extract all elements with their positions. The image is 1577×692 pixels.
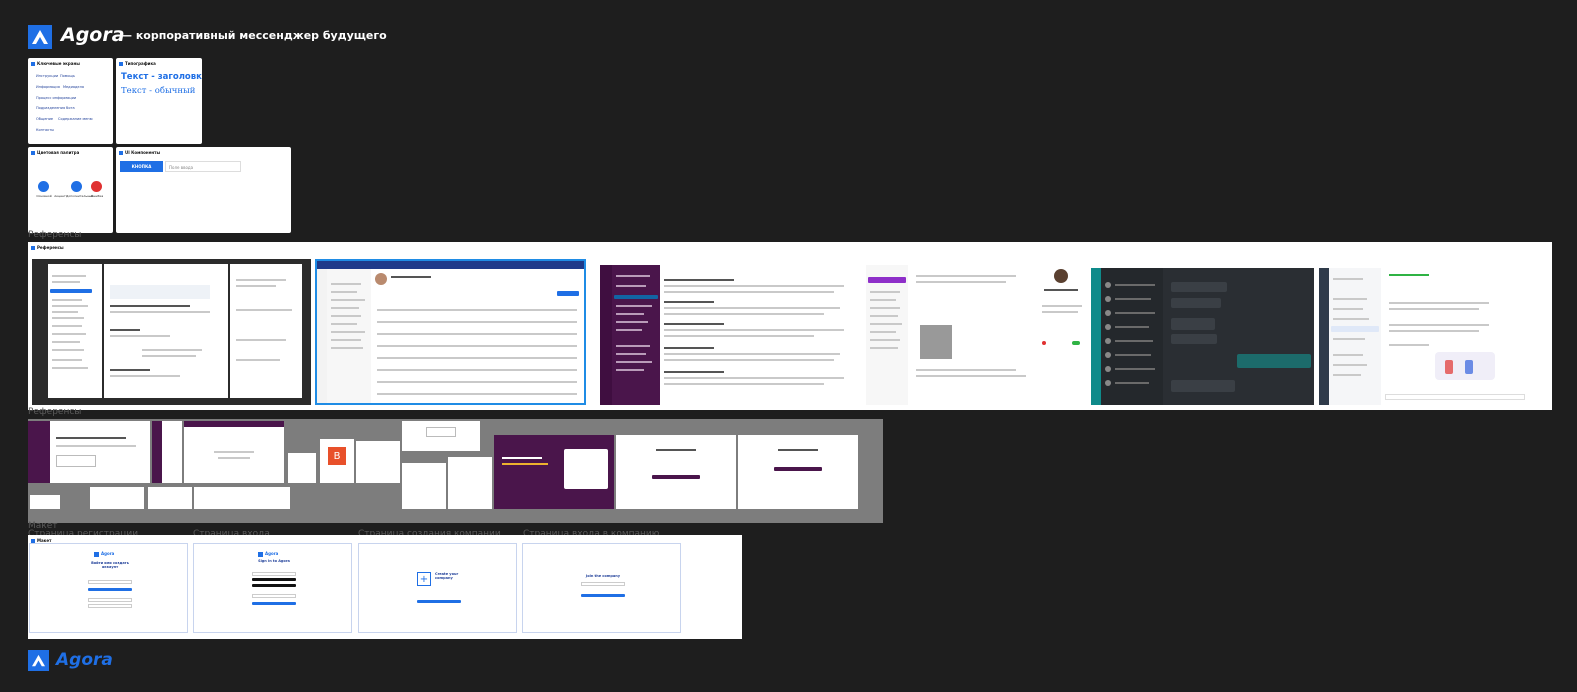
agora-logo-icon: [28, 25, 52, 49]
reference-screenshot[interactable]: [90, 487, 144, 509]
color-swatch-error: [91, 181, 102, 192]
body-sample: Текст - обычный: [121, 86, 196, 96]
mock-heading: Create your company: [435, 572, 459, 580]
reference-screenshot[interactable]: [738, 435, 858, 509]
reference-screenshot[interactable]: [494, 435, 614, 509]
reference-screenshot[interactable]: [402, 463, 446, 509]
references-frame-label: Референсы: [28, 230, 82, 240]
mockup-screen-join-company[interactable]: Join the company: [522, 543, 681, 633]
panel-icon: [31, 245, 35, 250]
key-screen-item[interactable]: Подразделения бота: [36, 106, 75, 110]
sample-input[interactable]: Поле ввода: [165, 161, 241, 172]
header-tagline: — корпоративный мессенджер будущего: [121, 29, 387, 42]
reference-screenshot[interactable]: [184, 421, 284, 483]
key-screen-item[interactable]: Общение: [36, 117, 53, 121]
key-screen-item[interactable]: Инструкции: [36, 74, 58, 78]
reference-screenshot[interactable]: [288, 453, 316, 483]
key-screen-item[interactable]: Содержание меню: [58, 117, 93, 121]
mock-brand: Agora: [265, 551, 279, 556]
panel-icon: [31, 61, 35, 66]
panel-icon: [119, 61, 123, 66]
references-frame-2-label: Референсы: [28, 407, 82, 417]
agora-logo-icon: [94, 552, 99, 557]
mockup-screen-signin[interactable]: Agora Sign in to Agora: [193, 543, 352, 633]
reference-screenshot[interactable]: [866, 265, 1088, 405]
reference-screenshot[interactable]: [32, 259, 311, 405]
agora-logo-icon: [258, 552, 263, 557]
panel-title: Типографика: [125, 61, 156, 66]
panel-title: Референсы: [37, 245, 64, 250]
panel-title: Ключевые экраны: [37, 61, 80, 66]
references-frame: Референсы: [28, 242, 1552, 410]
mock-brand: Agora: [101, 551, 115, 556]
sample-button[interactable]: КНОПКА: [120, 161, 163, 172]
reference-screenshot[interactable]: [616, 435, 736, 509]
key-screen-item[interactable]: Информация: [36, 85, 60, 89]
panel-icon: [119, 150, 123, 155]
panel-icon: [31, 538, 35, 543]
panel-title: UI Компоненты: [125, 150, 161, 155]
palette-panel: Цветовая палитра Основной Акцент Дополни…: [28, 147, 113, 233]
mockup-frame: Макет Agora Войти или создать аккаунт Ag…: [28, 535, 742, 639]
mock-heading: Join the company: [585, 574, 621, 578]
add-icon: +: [417, 572, 431, 586]
b-logo-icon: B: [328, 447, 346, 465]
reference-screenshot[interactable]: [402, 421, 480, 451]
key-screens-panel: Ключевые экраны Инструкции Помощь Информ…: [28, 58, 113, 144]
reference-screenshot[interactable]: [28, 421, 150, 483]
footer-brand: Agora: [56, 650, 113, 670]
panel-icon: [31, 150, 35, 155]
color-swatch-primary: [38, 181, 49, 192]
color-label: Ошибка: [90, 194, 104, 198]
reference-screenshot[interactable]: [1319, 268, 1545, 405]
typography-panel: Типографика Текст - заголовки Текст - об…: [116, 58, 202, 144]
reference-screenshot[interactable]: B: [320, 439, 354, 483]
reference-screenshot[interactable]: [600, 265, 858, 405]
references-board: B: [28, 419, 883, 523]
key-screen-item[interactable]: Контакты: [36, 128, 54, 132]
header-brand: Agora: [61, 24, 125, 46]
key-screen-item[interactable]: Процесс информации: [36, 96, 76, 100]
reference-screenshot[interactable]: [194, 487, 290, 509]
reference-screenshot[interactable]: [148, 487, 192, 509]
mockup-screen-create-company[interactable]: + Create your company: [358, 543, 517, 633]
reference-screenshot[interactable]: [315, 259, 586, 405]
mock-heading: Войти или создать аккаунт: [91, 561, 129, 569]
panel-title: Цветовая палитра: [37, 150, 80, 155]
color-swatch-accent: [71, 181, 82, 192]
reference-screenshot[interactable]: [1091, 268, 1314, 405]
heading-sample: Текст - заголовки: [121, 72, 202, 82]
key-screen-item[interactable]: Помощь: [60, 74, 75, 78]
reference-screenshot[interactable]: [152, 421, 182, 483]
reference-screenshot[interactable]: [448, 457, 492, 509]
ui-components-panel: UI Компоненты КНОПКА Поле ввода: [116, 147, 291, 233]
agora-logo-icon: [28, 650, 49, 671]
reference-screenshot[interactable]: [30, 495, 60, 509]
mock-heading: Sign in to Agora: [258, 559, 290, 563]
key-screen-item[interactable]: Медиадела: [63, 85, 84, 89]
color-label: Дополнительный: [66, 194, 94, 198]
reference-screenshot[interactable]: [356, 441, 400, 483]
mockup-screen-registration[interactable]: Agora Войти или создать аккаунт: [29, 543, 188, 633]
